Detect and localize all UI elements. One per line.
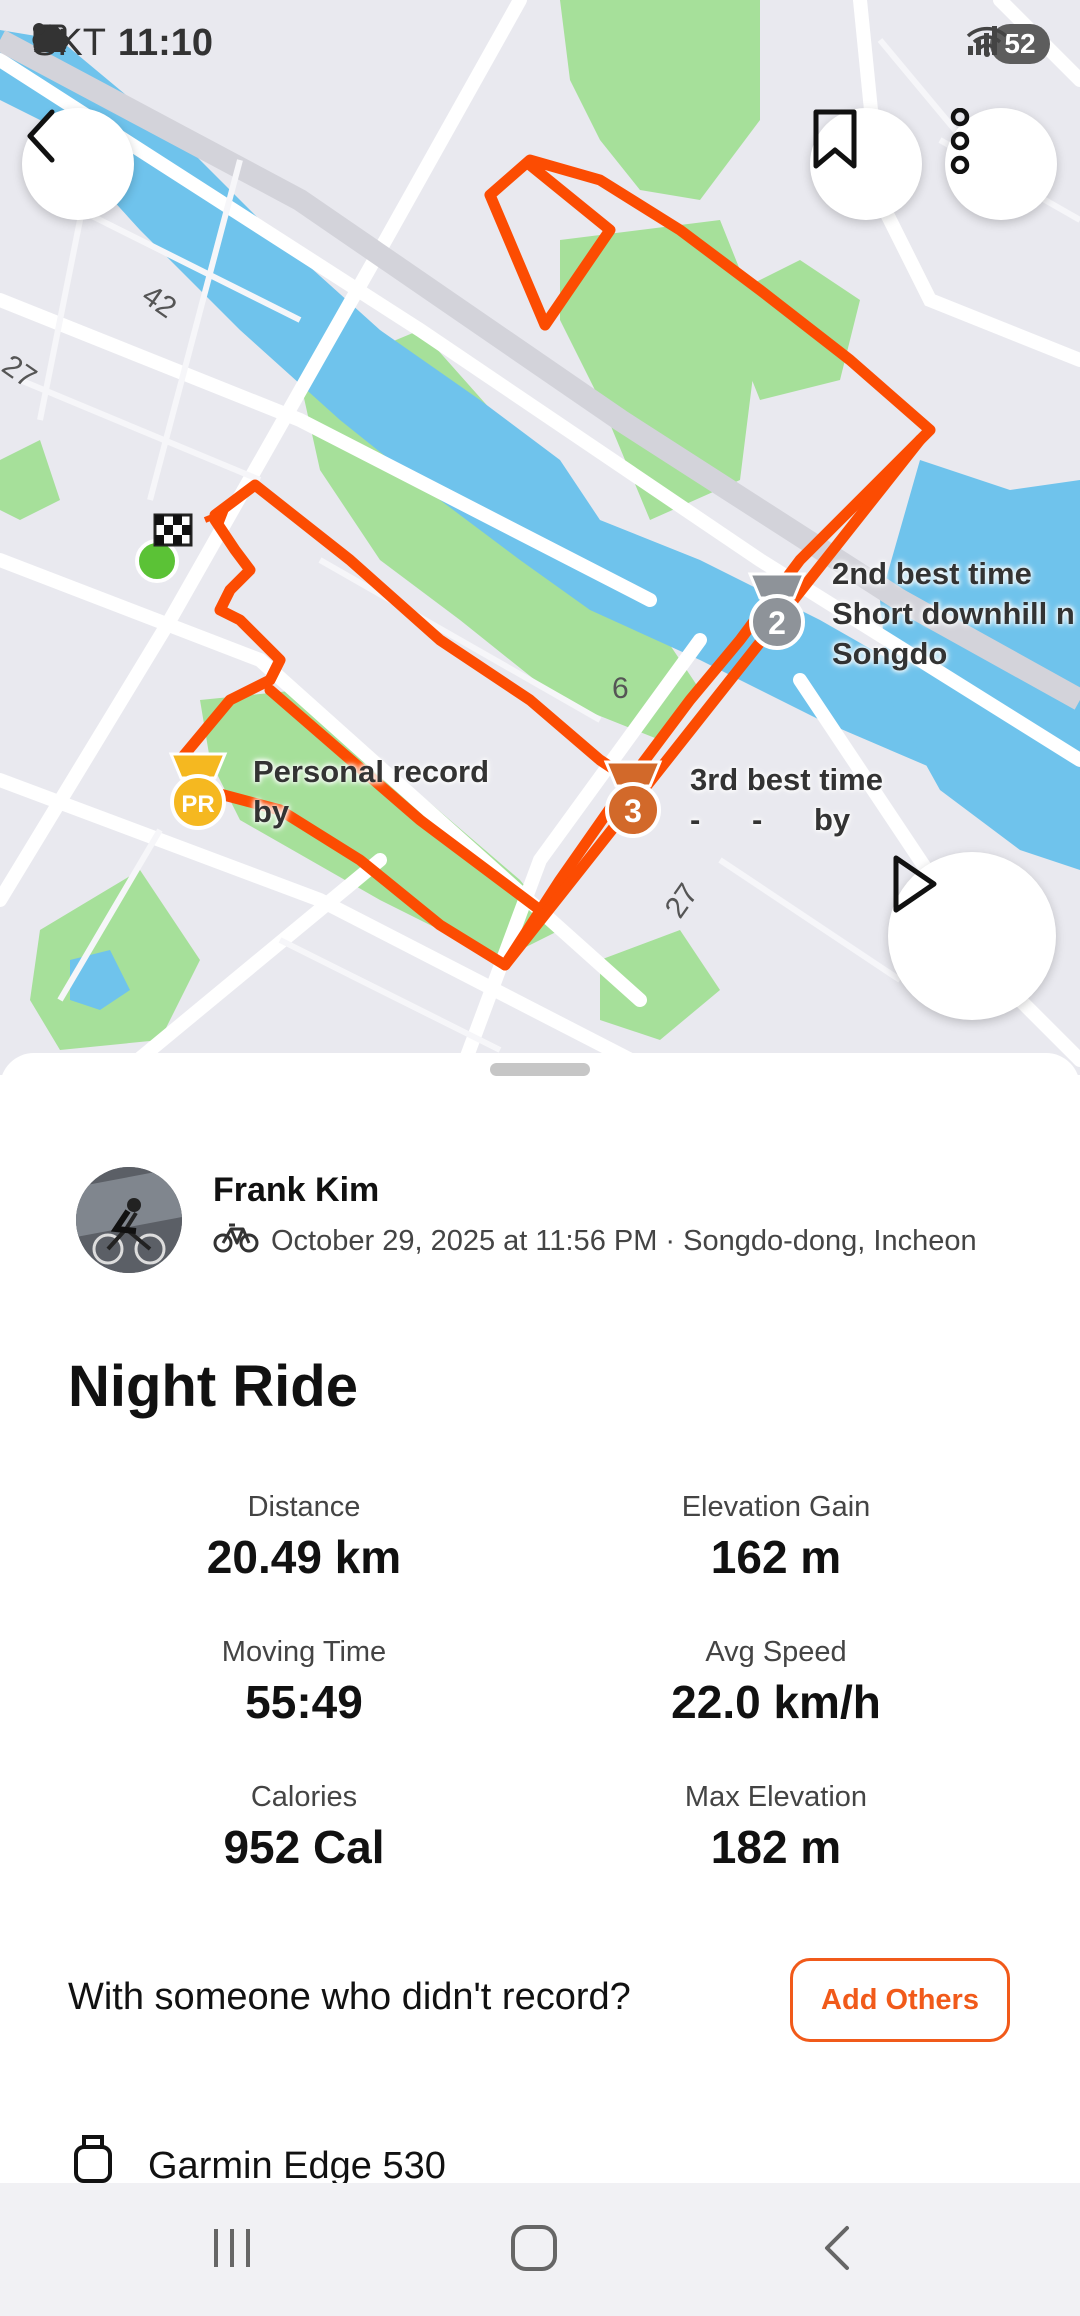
svg-text:PR: PR (181, 791, 214, 818)
stat-label: Moving Time (221, 1636, 387, 1668)
segment-label-2nd[interactable]: 2nd best time Short downhill n Songdo (832, 554, 1075, 674)
with-others-prompt: With someone who didn't record? (68, 1976, 631, 2018)
route-map[interactable]: 42 27 6 27 2 PR 3 2nd best time Short do… (0, 0, 1080, 1075)
svg-text:2: 2 (768, 605, 786, 641)
device-name: Garmin Edge 530 (148, 2144, 446, 2187)
segment-label-pr[interactable]: Personal record by (253, 752, 489, 832)
stat-value: 952 Cal (223, 1821, 385, 1873)
back-button[interactable] (22, 108, 134, 220)
stat-distance: Distance 20.49 km (104, 1491, 504, 1584)
home-button[interactable] (484, 2205, 584, 2295)
svg-text:42: 42 (136, 279, 182, 325)
activity-sheet: Frank Kim October 29, 2025 at 11:56 PM ·… (0, 1053, 1080, 2187)
stat-label: Elevation Gain (681, 1491, 871, 1523)
athlete-name[interactable]: Frank Kim (213, 1171, 379, 1210)
stat-label: Max Elevation (684, 1781, 868, 1813)
back-icon (821, 2224, 851, 2277)
recents-button[interactable] (182, 2205, 282, 2295)
stat-label: Calories (250, 1781, 358, 1813)
activity-title: Night Ride (68, 1354, 358, 1419)
add-others-button[interactable]: Add Others (790, 1958, 1010, 2042)
bookmark-button[interactable] (810, 108, 922, 220)
svg-text:6: 6 (612, 672, 629, 705)
activity-date-location: October 29, 2025 at 11:56 PM · Songdo-do… (271, 1224, 977, 1257)
more-options-button[interactable] (945, 108, 1057, 220)
status-bar: SKT 11:10 52 (0, 0, 1080, 95)
stat-value: 162 m (710, 1531, 842, 1583)
avatar[interactable] (76, 1167, 182, 1273)
play-flyover-button[interactable] (888, 852, 1056, 1020)
stat-calories: Calories 952 Cal (104, 1781, 504, 1874)
system-nav-bar (0, 2183, 1080, 2316)
activity-meta: October 29, 2025 at 11:56 PM · Songdo-do… (213, 1221, 977, 1261)
svg-text:27: 27 (659, 878, 705, 924)
stat-value: 20.49 km (206, 1531, 402, 1583)
stat-label: Avg Speed (705, 1636, 847, 1668)
clock: 11:10 (117, 22, 213, 64)
recents-icon (210, 2227, 254, 2274)
start-marker (135, 539, 179, 583)
home-icon (510, 2224, 558, 2277)
stat-label: Distance (247, 1491, 361, 1523)
stat-value: 182 m (710, 1821, 842, 1873)
stat-moving-time: Moving Time 55:49 (104, 1636, 504, 1729)
system-back-button[interactable] (786, 2205, 886, 2295)
stat-value: 55:49 (245, 1676, 363, 1728)
stat-value: 22.0 km/h (671, 1676, 881, 1728)
stat-avg-speed: Avg Speed 22.0 km/h (576, 1636, 976, 1729)
segment-label-3rd[interactable]: 3rd best time - - by (690, 760, 883, 840)
svg-text:3: 3 (624, 793, 642, 829)
stat-elevation-gain: Elevation Gain 162 m (576, 1491, 976, 1584)
drag-handle[interactable] (490, 1063, 590, 1076)
bike-icon (213, 1221, 259, 1261)
stat-max-elevation: Max Elevation 182 m (576, 1781, 976, 1874)
